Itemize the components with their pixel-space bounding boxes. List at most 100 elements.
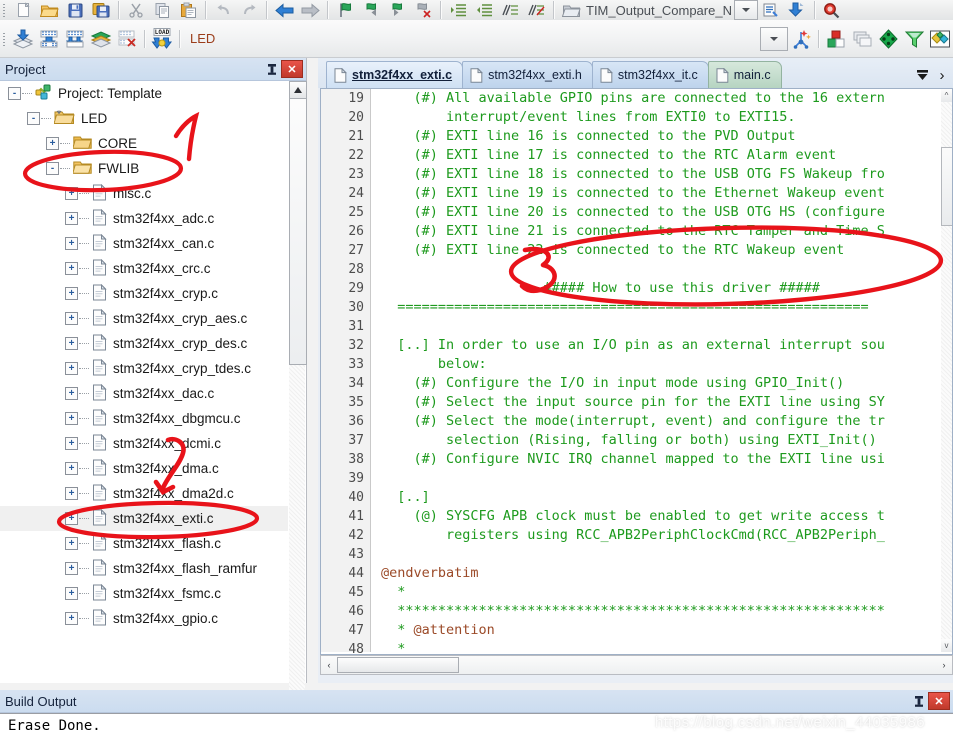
expand-toggle-icon[interactable]: + bbox=[65, 337, 78, 350]
tree-item-stm32f4xx-gpio-c[interactable]: + stm32f4xx_gpio.c bbox=[0, 606, 288, 631]
expand-toggle-icon[interactable]: + bbox=[65, 587, 78, 600]
code-line[interactable]: ****************************************… bbox=[381, 602, 941, 621]
find-button[interactable] bbox=[819, 0, 845, 20]
manage-project-items-button[interactable] bbox=[823, 27, 849, 51]
collapse-toggle-icon[interactable]: - bbox=[8, 87, 21, 100]
close-x-icon[interactable]: ✕ bbox=[281, 60, 303, 78]
save-button[interactable] bbox=[62, 0, 88, 20]
tree-item-misc-c[interactable]: + misc.c bbox=[0, 181, 288, 206]
undo-button[interactable] bbox=[210, 0, 236, 20]
tree-item-stm32f4xx-crc-c[interactable]: + stm32f4xx_crc.c bbox=[0, 256, 288, 281]
open-file-button[interactable] bbox=[36, 0, 62, 20]
code-line[interactable]: (#) Select the mode(interrupt, event) an… bbox=[381, 412, 941, 431]
tab-scroll-right[interactable]: › bbox=[933, 67, 951, 84]
expand-toggle-icon[interactable]: + bbox=[65, 437, 78, 450]
code-line[interactable]: (#) Configure NVIC IRQ channel mapped to… bbox=[381, 450, 941, 469]
tree-item-stm32f4xx-dbgmcu-c[interactable]: + stm32f4xx_dbgmcu.c bbox=[0, 406, 288, 431]
expand-toggle-icon[interactable]: + bbox=[65, 537, 78, 550]
code-line[interactable]: (#) EXTI line 21 is connected to the RTC… bbox=[381, 222, 941, 241]
editor-tab-main-c[interactable]: main.c bbox=[707, 61, 782, 88]
close-x-icon[interactable]: ✕ bbox=[928, 692, 950, 710]
code-line[interactable]: @endverbatim bbox=[381, 564, 941, 583]
tab-list-dropdown[interactable] bbox=[911, 69, 933, 81]
expand-toggle-icon[interactable]: + bbox=[65, 287, 78, 300]
code-text-area[interactable]: (#) All available GPIO pins are connecte… bbox=[381, 89, 941, 652]
tree-item-stm32f4xx-fsmc-c[interactable]: + stm32f4xx_fsmc.c bbox=[0, 581, 288, 606]
tree-item-stm32f4xx-flash-ramfur[interactable]: + stm32f4xx_flash_ramfur bbox=[0, 556, 288, 581]
multi-project-button[interactable] bbox=[849, 27, 875, 51]
tree-item-stm32f4xx-flash-c[interactable]: + stm32f4xx_flash.c bbox=[0, 531, 288, 556]
project-tree-vertical-scrollbar[interactable] bbox=[289, 81, 307, 710]
code-line[interactable]: (#) EXTI line 18 is connected to the USB… bbox=[381, 165, 941, 184]
toolbar-grip[interactable] bbox=[1, 30, 8, 47]
tree-item-led[interactable]: - LED bbox=[0, 106, 288, 131]
collapse-toggle-icon[interactable]: - bbox=[27, 112, 40, 125]
stop-build-button[interactable] bbox=[114, 27, 140, 51]
save-all-button[interactable] bbox=[88, 0, 114, 20]
bookmark-toggle-button[interactable] bbox=[332, 0, 358, 20]
build-button[interactable] bbox=[36, 27, 62, 51]
uncomment-button[interactable] bbox=[523, 0, 549, 20]
scroll-right-arrow[interactable]: › bbox=[936, 658, 952, 672]
pack-installer-button[interactable] bbox=[875, 27, 901, 51]
bookmark-clear-button[interactable] bbox=[410, 0, 436, 20]
expand-toggle-icon[interactable]: + bbox=[65, 412, 78, 425]
expand-toggle-icon[interactable]: + bbox=[65, 187, 78, 200]
code-line[interactable]: (#) Select the input source pin for the … bbox=[381, 393, 941, 412]
code-line[interactable]: [..] bbox=[381, 488, 941, 507]
code-line[interactable] bbox=[381, 469, 941, 488]
code-line[interactable]: (#) Configure the I/O in input mode usin… bbox=[381, 374, 941, 393]
bookmark-next-button[interactable] bbox=[384, 0, 410, 20]
scroll-thumb[interactable] bbox=[337, 657, 459, 673]
new-file-button[interactable] bbox=[10, 0, 36, 20]
pin-icon[interactable] bbox=[263, 60, 281, 78]
editor-tab-stm32f4xx-exti-h[interactable]: stm32f4xx_exti.h bbox=[462, 61, 593, 88]
scroll-left-arrow[interactable]: ‹ bbox=[321, 658, 337, 672]
navigate-forward-button[interactable] bbox=[297, 0, 323, 20]
tree-item-core[interactable]: + CORE bbox=[0, 131, 288, 156]
tree-item-stm32f4xx-cryp-aes-c[interactable]: + stm32f4xx_cryp_aes.c bbox=[0, 306, 288, 331]
open-project-button[interactable] bbox=[558, 0, 584, 20]
project-tree[interactable]: - Project: Template - LED + CORE - FWLIB + misc.c… bbox=[0, 81, 288, 659]
expand-toggle-icon[interactable]: + bbox=[65, 462, 78, 475]
scroll-up-arrow[interactable]: ^ bbox=[941, 89, 952, 102]
scroll-up-arrow[interactable] bbox=[289, 81, 307, 99]
expand-toggle-icon[interactable]: + bbox=[65, 512, 78, 525]
tree-item-stm32f4xx-adc-c[interactable]: + stm32f4xx_adc.c bbox=[0, 206, 288, 231]
redo-button[interactable] bbox=[236, 0, 262, 20]
scroll-track[interactable] bbox=[459, 658, 936, 672]
target-select-dropdown[interactable] bbox=[760, 26, 788, 51]
editor-tab-stm32f4xx-it-c[interactable]: stm32f4xx_it.c bbox=[591, 61, 709, 88]
expand-toggle-icon[interactable]: + bbox=[65, 487, 78, 500]
code-line[interactable]: (#) All available GPIO pins are connecte… bbox=[381, 89, 941, 108]
tree-item-stm32f4xx-dma-c[interactable]: + stm32f4xx_dma.c bbox=[0, 456, 288, 481]
code-line[interactable] bbox=[381, 545, 941, 564]
toolbar-grip[interactable] bbox=[1, 2, 8, 18]
code-line[interactable]: ##### How to use this driver ##### bbox=[381, 279, 941, 298]
navigate-back-button[interactable] bbox=[271, 0, 297, 20]
expand-toggle-icon[interactable]: + bbox=[65, 262, 78, 275]
pin-icon[interactable] bbox=[910, 692, 928, 710]
code-line[interactable]: * @attention bbox=[381, 621, 941, 640]
tree-item-stm32f4xx-dcmi-c[interactable]: + stm32f4xx_dcmi.c bbox=[0, 431, 288, 456]
batch-build-button[interactable] bbox=[88, 27, 114, 51]
editor-vertical-scrollbar[interactable]: ^ v bbox=[941, 89, 952, 652]
code-line[interactable]: [..] In order to use an I/O pin as an ex… bbox=[381, 336, 941, 355]
project-selector-dropdown[interactable] bbox=[733, 0, 758, 20]
rebuild-button[interactable] bbox=[62, 27, 88, 51]
tree-item-stm32f4xx-cryp-c[interactable]: + stm32f4xx_cryp.c bbox=[0, 281, 288, 306]
editor-tab-bar[interactable]: stm32f4xx_exti.c stm32f4xx_exti.h stm32f4x… bbox=[318, 58, 953, 88]
code-line[interactable]: * bbox=[381, 583, 941, 602]
code-line[interactable]: interrupt/event lines from EXTI0 to EXTI… bbox=[381, 108, 941, 127]
code-line[interactable]: (#) EXTI line 19 is connected to the Eth… bbox=[381, 184, 941, 203]
code-line[interactable]: ========================================… bbox=[381, 298, 941, 317]
tree-item-stm32f4xx-dac-c[interactable]: + stm32f4xx_dac.c bbox=[0, 381, 288, 406]
tree-item-stm32f4xx-cryp-des-c[interactable]: + stm32f4xx_cryp_des.c bbox=[0, 331, 288, 356]
copy-button[interactable] bbox=[149, 0, 175, 20]
tree-item-stm32f4xx-dma2d-c[interactable]: + stm32f4xx_dma2d.c bbox=[0, 481, 288, 506]
code-line[interactable]: below: bbox=[381, 355, 941, 374]
bookmark-prev-button[interactable] bbox=[358, 0, 384, 20]
filter-button[interactable] bbox=[901, 27, 927, 51]
expand-toggle-icon[interactable]: + bbox=[65, 562, 78, 575]
expand-toggle-icon[interactable]: + bbox=[65, 237, 78, 250]
